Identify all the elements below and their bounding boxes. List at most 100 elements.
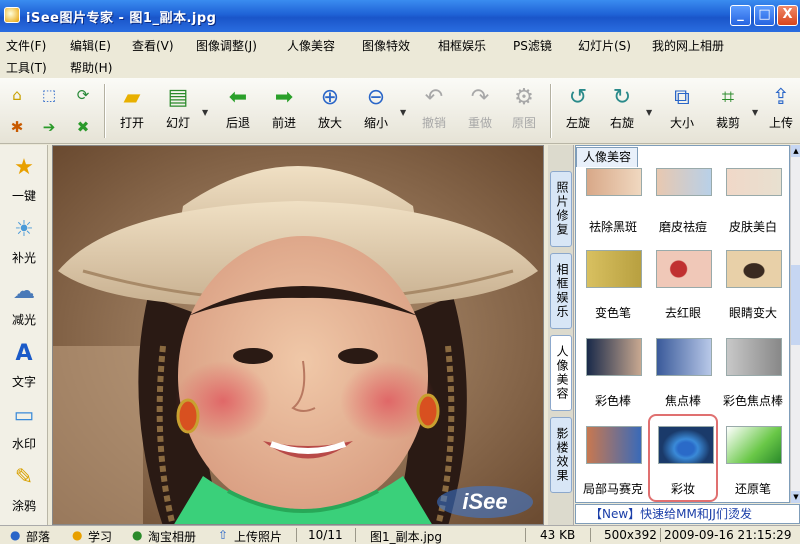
undo-button[interactable]: ↶ 撤销 xyxy=(412,82,456,140)
menu-edit[interactable]: 编辑(E) xyxy=(70,37,111,54)
window-title: iSee图片专家 - 图1_副本.jpg xyxy=(26,11,217,26)
panel-tab-portrait[interactable]: 人像美容 xyxy=(576,147,639,167)
effect-restore-pen[interactable]: 还原笔 xyxy=(718,422,788,496)
main-toolbar: ⌂ ⬚ ⟳ ✱ ➔ ✖ ▰ 打开 ▤ 幻灯 ▼ ⬅ 后退 ➡ 前进 ⊕ 放大 ⊖… xyxy=(0,78,800,144)
fill-light-button[interactable]: ☀ 补光 xyxy=(2,211,46,273)
back-button[interactable]: ⬅ 后退 xyxy=(216,82,260,140)
resize-button[interactable]: ⧉ 大小 xyxy=(660,82,704,140)
menu-image-effects[interactable]: 图像特效 xyxy=(362,37,410,54)
text-button[interactable]: A 文字 xyxy=(2,335,46,397)
scroll-down-icon[interactable]: ▼ xyxy=(791,491,800,503)
slideshow-icon: ▤ xyxy=(167,85,189,110)
photo-canvas[interactable]: iSee xyxy=(52,145,544,525)
effect-makeup[interactable]: 彩妆 xyxy=(648,414,718,502)
undo-icon: ↶ xyxy=(424,85,444,110)
effect-thumbnail xyxy=(586,426,642,464)
menu-frames[interactable]: 相框娱乐 xyxy=(438,37,486,54)
quick-tools-sidebar: ★ 一键 ☀ 补光 ☁ 减光 A 文字 ▭ 水印 ✎ 涂鸦 xyxy=(0,145,48,525)
file-size: 43 KB xyxy=(540,528,576,542)
open-button[interactable]: ▰ 打开 xyxy=(110,82,154,140)
scroll-up-icon[interactable]: ▲ xyxy=(791,145,800,157)
effect-thumbnail xyxy=(586,250,642,288)
resize-icon: ⧉ xyxy=(674,85,690,110)
menu-view[interactable]: 查看(V) xyxy=(132,37,174,54)
maximize-button[interactable]: □ xyxy=(754,5,775,26)
study-icon: ● xyxy=(72,528,83,542)
effect-focus-stick[interactable]: 焦点棒 xyxy=(648,334,718,408)
doodle-button[interactable]: ✎ 涂鸦 xyxy=(2,459,46,521)
effect-thumbnail xyxy=(726,168,782,196)
menu-file[interactable]: 文件(F) xyxy=(6,37,46,54)
export-icon[interactable]: ➔ xyxy=(38,116,60,138)
watermark-button[interactable]: ▭ 水印 xyxy=(2,397,46,459)
rotate-left-button[interactable]: ↺ 左旋 xyxy=(556,82,600,140)
redo-button[interactable]: ↷ 重做 xyxy=(458,82,502,140)
scroll-thumb[interactable] xyxy=(791,265,800,345)
rotate-dropdown-icon[interactable]: ▼ xyxy=(646,108,652,117)
effect-thumbnail xyxy=(726,426,782,464)
effect-thumbnail xyxy=(726,338,782,376)
effect-smooth-skin[interactable]: 磨皮祛痘 xyxy=(648,168,718,234)
one-click-button[interactable]: ★ 一键 xyxy=(2,149,46,211)
upload-photo-icon: ⇧ xyxy=(218,528,229,542)
minimize-button[interactable]: _ xyxy=(730,5,751,26)
effect-local-mosaic[interactable]: 局部马赛克 xyxy=(578,422,648,496)
arrow-right-icon: ➡ xyxy=(274,85,294,110)
effect-color-stick[interactable]: 彩色棒 xyxy=(578,334,648,408)
status-link-upload-photo[interactable]: 上传照片 xyxy=(234,528,282,544)
panel-scrollbar[interactable]: ▲ ▼ xyxy=(790,145,800,503)
folder-tree-icon[interactable]: ⌂ xyxy=(6,84,28,106)
menu-help[interactable]: 帮助(H) xyxy=(70,59,112,76)
upload-button[interactable]: ⇪ 上传 xyxy=(762,82,800,140)
reduce-light-button[interactable]: ☁ 减光 xyxy=(2,273,46,335)
effect-remove-spots[interactable]: 祛除黑斑 xyxy=(578,168,648,234)
effect-color-pen[interactable]: 变色笔 xyxy=(578,246,648,320)
tab-studio-effects[interactable]: 影楼效果 xyxy=(550,417,572,493)
menu-portrait[interactable]: 人像美容 xyxy=(287,37,335,54)
status-link-taobao-album[interactable]: 淘宝相册 xyxy=(148,528,196,544)
rotate-right-button[interactable]: ↻ 右旋 xyxy=(600,82,644,140)
menu-tools[interactable]: 工具(T) xyxy=(6,59,47,76)
status-link-tribe[interactable]: 部落 xyxy=(26,528,50,544)
select-rect-icon[interactable]: ⬚ xyxy=(38,84,60,106)
crop-button[interactable]: ⌗ 裁剪 xyxy=(706,82,750,140)
folder-open-icon: ▰ xyxy=(123,85,141,110)
delete-icon[interactable]: ✖ xyxy=(72,116,94,138)
effect-enlarge-eyes[interactable]: 眼睛变大 xyxy=(718,246,788,320)
image-dimensions: 500x392 xyxy=(604,528,657,542)
status-link-study[interactable]: 学习 xyxy=(88,528,112,544)
zoom-in-button[interactable]: ⊕ 放大 xyxy=(308,82,352,140)
menu-image-adjust[interactable]: 图像调整(J) xyxy=(196,37,257,54)
paint-brush-icon: ✎ xyxy=(14,465,34,490)
news-link[interactable]: 【New】快速给MM和JJ们烫发 xyxy=(575,504,800,524)
svg-text:iSee: iSee xyxy=(462,489,507,514)
crop-dropdown-icon[interactable]: ▼ xyxy=(752,108,758,117)
forward-button[interactable]: ➡ 前进 xyxy=(262,82,306,140)
effect-category-tabs: 照片修复 相框娱乐 人像美容 影楼效果 xyxy=(548,145,574,525)
slideshow-dropdown-icon[interactable]: ▼ xyxy=(202,108,208,117)
effect-color-focus-stick[interactable]: 彩色焦点棒 xyxy=(718,334,788,408)
restore-gear-icon: ⚙ xyxy=(514,85,534,110)
close-button[interactable]: X xyxy=(777,5,798,26)
effects-panel: 人像美容 祛除黑斑 磨皮祛痘 皮肤美白 变色笔 去红眼 眼睛变大 彩色棒 焦点棒… xyxy=(575,145,790,503)
effect-red-eye[interactable]: 去红眼 xyxy=(648,246,718,320)
zoom-out-button[interactable]: ⊖ 缩小 xyxy=(354,82,398,140)
menu-slideshow[interactable]: 幻灯片(S) xyxy=(578,37,631,54)
effect-whiten-skin[interactable]: 皮肤美白 xyxy=(718,168,788,234)
watermark-icon: ▭ xyxy=(13,403,35,428)
crop-icon: ⌗ xyxy=(721,85,735,110)
effect-thumbnail xyxy=(726,250,782,288)
tab-portrait-beauty[interactable]: 人像美容 xyxy=(550,335,572,411)
menu-ps-filters[interactable]: PS滤镜 xyxy=(513,37,552,54)
settings-icon[interactable]: ✱ xyxy=(6,116,28,138)
menu-online-album[interactable]: 我的网上相册 xyxy=(652,37,724,54)
slideshow-button[interactable]: ▤ 幻灯 xyxy=(156,82,200,140)
restore-button[interactable]: ⚙ 原图 xyxy=(502,82,546,140)
menu-bar: 文件(F) 编辑(E) 查看(V) 图像调整(J) 人像美容 图像特效 相框娱乐… xyxy=(0,32,800,78)
refresh-icon[interactable]: ⟳ xyxy=(72,84,94,106)
tab-frames[interactable]: 相框娱乐 xyxy=(550,253,572,329)
tab-photo-repair[interactable]: 照片修复 xyxy=(550,171,572,247)
effect-thumbnail xyxy=(656,250,712,288)
effect-thumbnail xyxy=(656,338,712,376)
zoom-dropdown-icon[interactable]: ▼ xyxy=(400,108,406,117)
